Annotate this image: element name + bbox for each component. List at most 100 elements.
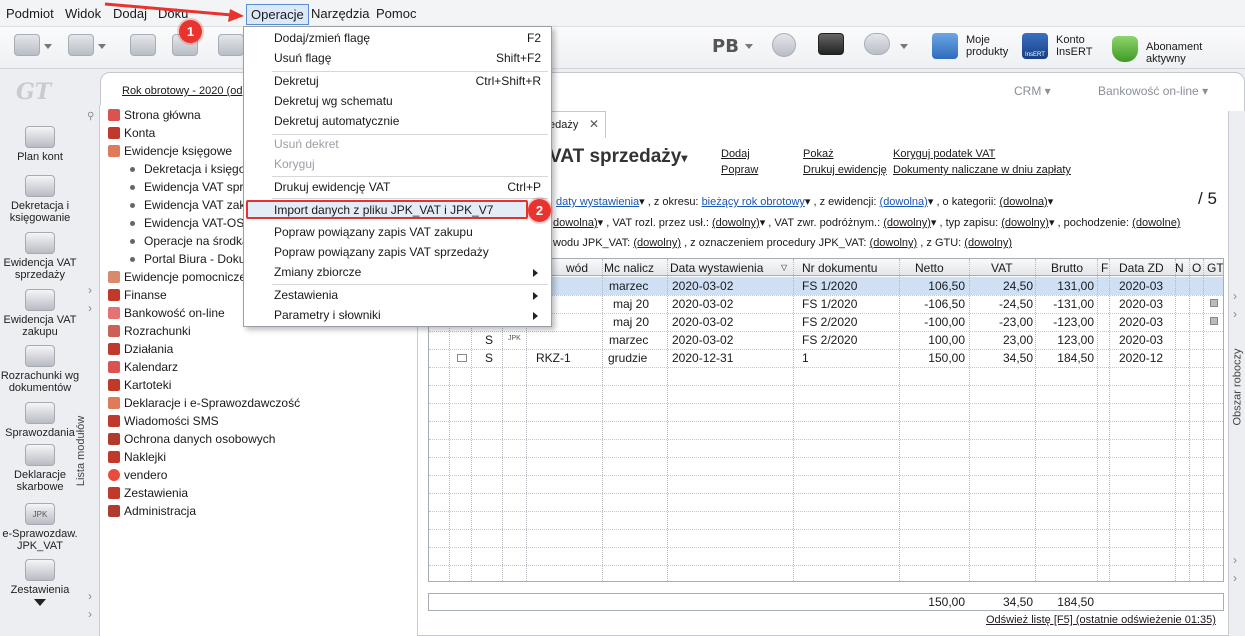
menu-item-import-jpk[interactable]: Import danych z pliku JPK_VAT i JPK_V7 bbox=[246, 200, 528, 219]
menu-item-usun-flage[interactable]: Usuń flagę Shift+F2 bbox=[274, 51, 544, 70]
tree-item[interactable]: vendero bbox=[108, 468, 167, 482]
tree-item[interactable]: Ochrona danych osobowych bbox=[108, 432, 275, 446]
chevron-right-icon[interactable]: › bbox=[88, 589, 92, 603]
bank-online-button[interactable]: Bankowość on-line ▾ bbox=[1098, 84, 1208, 98]
popraw-link[interactable]: Popraw bbox=[721, 164, 758, 176]
abonament-button[interactable]: Abonament aktywny bbox=[1112, 36, 1245, 65]
nav-plan-kont[interactable]: Plan kont bbox=[0, 126, 80, 163]
chevron-down-icon[interactable] bbox=[745, 44, 753, 49]
scroll-down-icon[interactable] bbox=[34, 599, 46, 606]
menu-narzedzia[interactable]: Narzędzia bbox=[311, 6, 370, 21]
nav-sprawozdania[interactable]: Sprawozdania bbox=[0, 402, 80, 439]
module-list-tab[interactable]: Lista modułów › › › › bbox=[75, 105, 100, 636]
menu-item-dekretuj-auto[interactable]: Dekretuj automatycznie bbox=[274, 114, 544, 133]
konto-insert-button[interactable]: InsERT Konto InsERT bbox=[1022, 33, 1092, 59]
pokaz-link[interactable]: Pokaż bbox=[803, 148, 834, 160]
menu-item-parametry[interactable]: Parametry i słowniki bbox=[274, 308, 544, 327]
filter-date-type[interactable]: daty wystawienia bbox=[556, 196, 639, 208]
cloud-icon[interactable] bbox=[864, 33, 892, 59]
moje-produkty-button[interactable]: Moje produkty bbox=[932, 33, 1008, 59]
col-data-zd[interactable]: Data ZD bbox=[1119, 261, 1164, 275]
filter-period[interactable]: bieżący rok obrotowy bbox=[702, 196, 805, 208]
tree-item[interactable]: Konta bbox=[108, 126, 155, 140]
dokumenty-naliczane-link[interactable]: Dokumenty naliczane w dniu zapłaty bbox=[893, 164, 1071, 176]
filter-ewidencja[interactable]: (dowolna) bbox=[880, 196, 928, 208]
col-brutto[interactable]: Brutto bbox=[1051, 261, 1083, 275]
col-f[interactable]: F bbox=[1101, 261, 1108, 275]
filter-typ-zapisu[interactable]: (dowolny) bbox=[1001, 217, 1049, 229]
filter-vat-rozl[interactable]: (dowolny) bbox=[712, 217, 760, 229]
chevron-down-icon[interactable] bbox=[44, 44, 52, 49]
globe-icon[interactable] bbox=[772, 33, 800, 59]
tree-item[interactable]: Administracja bbox=[108, 504, 196, 518]
menu-item-popraw-sprzedazy[interactable]: Popraw powiązany zapis VAT sprzedaży bbox=[274, 245, 544, 264]
col-data[interactable]: Data wystawienia bbox=[670, 261, 763, 275]
col-gt[interactable]: GT bbox=[1207, 261, 1223, 275]
table-row[interactable]: S RKZ-1 grudzie 2020-12-31 1 150,00 34,5… bbox=[429, 349, 1223, 367]
box-icon[interactable] bbox=[818, 33, 846, 59]
filter-kategoria[interactable]: (dowolna) bbox=[999, 196, 1047, 208]
dodaj-link[interactable]: Dodaj bbox=[721, 148, 750, 160]
menu-item-drukuj-vat[interactable]: Drukuj ewidencję VAT Ctrl+P bbox=[274, 180, 544, 199]
tree-item[interactable]: Rozrachunki bbox=[108, 324, 191, 338]
filter-procedura[interactable]: (dowolny) bbox=[870, 237, 918, 249]
pb-icon[interactable]: PB bbox=[712, 36, 739, 57]
chevron-right-icon[interactable]: › bbox=[1233, 553, 1237, 567]
menu-item-dekretuj-schemat[interactable]: Dekretuj wg schematu bbox=[274, 94, 544, 113]
tree-item[interactable]: Ewidencje pomocnicze bbox=[108, 270, 246, 284]
chevron-right-icon[interactable]: › bbox=[1233, 289, 1237, 303]
menu-item-dodaj-flage[interactable]: Dodaj/zmień flagę F2 bbox=[274, 31, 544, 50]
filter-vat-zwr[interactable]: (dowolny) bbox=[883, 217, 931, 229]
tree-item[interactable]: Finanse bbox=[108, 288, 167, 302]
menu-item-zestawienia[interactable]: Zestawienia bbox=[274, 288, 544, 307]
menu-item-popraw-zakupu[interactable]: Popraw powiązany zapis VAT zakupu bbox=[274, 225, 544, 244]
filter-gtu[interactable]: (dowolny) bbox=[964, 237, 1012, 249]
tree-item[interactable]: Kalendarz bbox=[108, 360, 178, 374]
close-icon[interactable]: ✕ bbox=[589, 117, 599, 131]
filter-powod-jpk[interactable]: (dowolny) bbox=[633, 237, 681, 249]
tree-item[interactable]: Portal Biura - Doku bbox=[130, 252, 245, 266]
col-n[interactable]: N bbox=[1175, 261, 1184, 275]
tree-item[interactable]: Zestawienia bbox=[108, 486, 188, 500]
tree-item[interactable]: Działania bbox=[108, 342, 173, 356]
tree-item[interactable]: Ewidencja VAT sprz bbox=[130, 180, 249, 194]
chevron-down-icon[interactable] bbox=[900, 44, 908, 49]
nav-rozrachunki[interactable]: Rozrachunki wg dokumentów bbox=[0, 345, 80, 394]
nav-vat-sprzedazy[interactable]: Ewidencja VAT sprzedaży bbox=[0, 232, 80, 281]
col-o[interactable]: O bbox=[1192, 261, 1201, 275]
drukuj-ewidencje-link[interactable]: Drukuj ewidencję bbox=[803, 164, 887, 176]
chevron-right-icon[interactable]: › bbox=[88, 283, 92, 297]
menu-item-dekretuj[interactable]: Dekretuj Ctrl+Shift+R bbox=[274, 74, 544, 93]
refresh-link[interactable]: Odśwież listę [F5] (ostatnie odświeżenie… bbox=[986, 614, 1216, 626]
col-powod[interactable]: wód bbox=[566, 261, 588, 275]
tree-item[interactable]: Ewidencja VAT-OSS bbox=[130, 216, 252, 230]
fiscal-year-bar[interactable]: Rok obrotowy - 2020 (od bbox=[122, 85, 242, 97]
workspace-panel[interactable]: Obszar roboczy › › › › bbox=[1228, 111, 1245, 636]
tree-item[interactable]: Dekretacja i księgo bbox=[130, 162, 245, 176]
menu-item-zmiany-zbiorcze[interactable]: Zmiany zbiorcze bbox=[274, 265, 544, 284]
col-nr[interactable]: Nr dokumentu bbox=[802, 261, 877, 275]
chevron-right-icon[interactable]: › bbox=[88, 301, 92, 315]
menu-pomoc[interactable]: Pomoc bbox=[376, 6, 416, 21]
nav-jpk[interactable]: JPK e-Sprawozdaw. JPK_VAT bbox=[0, 503, 80, 552]
crm-button[interactable]: CRM ▾ bbox=[1014, 84, 1051, 98]
koryguj-vat-link[interactable]: Koryguj podatek VAT bbox=[893, 148, 995, 160]
nav-vat-zakupu[interactable]: Ewidencja VAT zakupu bbox=[0, 289, 80, 338]
col-vat[interactable]: VAT bbox=[991, 261, 1013, 275]
tree-item[interactable]: Naklejki bbox=[108, 450, 166, 464]
tree-item[interactable]: Operacje na środka bbox=[130, 234, 249, 248]
nav-zestawienia[interactable]: Zestawienia bbox=[0, 559, 80, 596]
tree-item[interactable]: Ewidencja VAT zaku bbox=[130, 198, 252, 212]
pin-icon[interactable]: ⚲ bbox=[87, 111, 94, 122]
chevron-right-icon[interactable]: › bbox=[1233, 307, 1237, 321]
chevron-right-icon[interactable]: › bbox=[88, 607, 92, 621]
tree-item[interactable]: Ewidencje księgowe bbox=[108, 144, 232, 158]
col-mc[interactable]: Mc nalicz bbox=[604, 261, 654, 275]
tree-item[interactable]: Strona główna bbox=[108, 108, 201, 122]
page-title[interactable]: VAT sprzedaży▾ bbox=[549, 146, 687, 168]
filter-pochodzenie[interactable]: (dowolne) bbox=[1132, 217, 1180, 229]
chevron-right-icon[interactable]: › bbox=[1233, 571, 1237, 585]
tree-item[interactable]: Kartoteki bbox=[108, 378, 171, 392]
tree-item[interactable]: Deklaracje i e-Sprawozdawczość bbox=[108, 396, 300, 410]
chevron-down-icon[interactable] bbox=[98, 44, 106, 49]
